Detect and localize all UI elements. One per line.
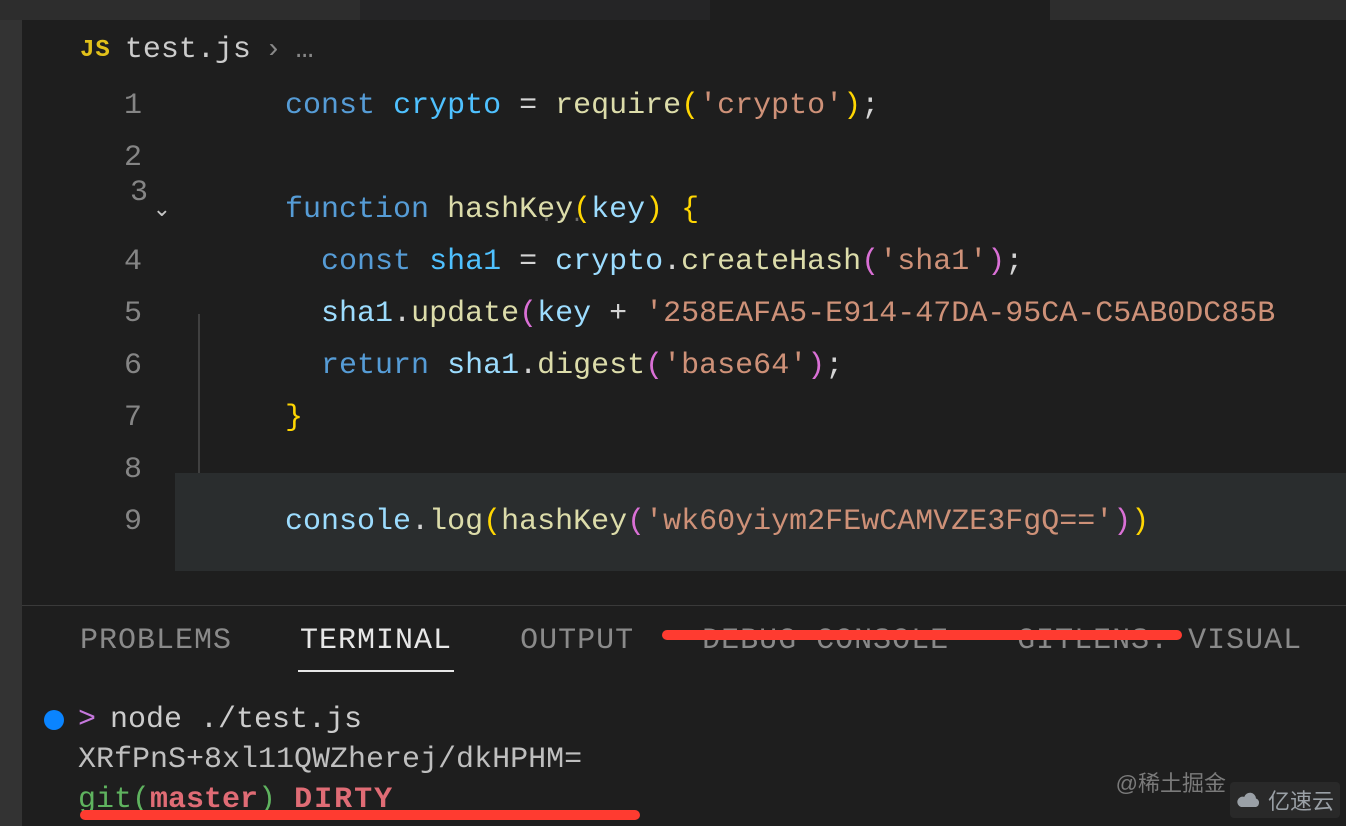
line-number: 4 bbox=[22, 245, 177, 279]
terminal[interactable]: > node ./test.js XRfPnS+8xl11QWZherej/dk… bbox=[22, 700, 1346, 826]
editor-tab[interactable] bbox=[1050, 0, 1346, 20]
ident-crypto: crypto bbox=[393, 89, 501, 123]
code-line[interactable]: 1 const crypto = require('crypto'); bbox=[22, 80, 1346, 132]
tab-output[interactable]: OUTPUT bbox=[520, 624, 634, 658]
semicolon: ; bbox=[1005, 245, 1023, 279]
operator-plus: + bbox=[591, 297, 645, 331]
string-guid: '258EAFA5-E914-47DA-95CA-C5AB0DC85B bbox=[645, 297, 1275, 331]
string-arg: 'wk60yiym2FEwCAMVZE3FgQ==' bbox=[645, 505, 1113, 539]
editor-tab-active[interactable] bbox=[710, 0, 1050, 20]
fn-hashKey: hashKey bbox=[447, 193, 573, 227]
semicolon: ; bbox=[825, 349, 843, 383]
editor-tab[interactable] bbox=[360, 0, 710, 20]
keyword-const: const bbox=[321, 245, 411, 279]
string-crypto: 'crypto' bbox=[699, 89, 843, 123]
tab-debug-console[interactable]: DEBUG CONSOLE bbox=[702, 624, 949, 658]
fn-createHash: createHash bbox=[681, 245, 861, 279]
js-file-icon: JS bbox=[80, 37, 111, 64]
line-number: 5 bbox=[22, 297, 177, 331]
code-line[interactable]: 7 } bbox=[22, 392, 1346, 444]
terminal-command: node ./test.js bbox=[110, 700, 362, 740]
tab-problems[interactable]: PROBLEMS bbox=[80, 624, 232, 658]
ident-console: console bbox=[285, 505, 411, 539]
annotation-underline bbox=[662, 630, 1182, 640]
tab-gitlens[interactable]: GITLENS: VISUAL bbox=[1017, 624, 1302, 658]
cloud-icon bbox=[1236, 791, 1262, 809]
fn-log: log bbox=[429, 505, 483, 539]
keyword-const: const bbox=[285, 89, 375, 123]
editor-tab[interactable] bbox=[0, 0, 360, 20]
operator-eq: = bbox=[501, 89, 555, 123]
fn-require: require bbox=[555, 89, 681, 123]
prompt-symbol: > bbox=[78, 700, 96, 740]
activity-bar bbox=[0, 20, 22, 826]
fn-hashKey-call: hashKey bbox=[501, 505, 627, 539]
line-number: 8 bbox=[22, 453, 177, 487]
watermark-juejin: @稀土掘金 bbox=[1116, 766, 1226, 798]
annotation-underline bbox=[80, 810, 640, 820]
line-number: 7 bbox=[22, 401, 177, 435]
tab-terminal[interactable]: TERMINAL bbox=[300, 624, 452, 658]
code-editor[interactable]: ... 1 const crypto = require('crypto'); … bbox=[22, 80, 1346, 590]
semicolon: ; bbox=[861, 89, 879, 123]
ident-sha1: sha1 bbox=[447, 349, 519, 383]
status-dot-icon bbox=[44, 710, 64, 730]
keyword-function: function bbox=[285, 193, 429, 227]
chevron-down-icon[interactable]: ⌄ bbox=[153, 197, 171, 223]
ident-key: key bbox=[537, 297, 591, 331]
brace-close: } bbox=[285, 401, 303, 435]
line-number: 6 bbox=[22, 349, 177, 383]
line-number: 1 bbox=[22, 89, 177, 123]
ident-sha1: sha1 bbox=[321, 297, 393, 331]
keyword-return: return bbox=[321, 349, 429, 383]
terminal-prompt-line: > node ./test.js bbox=[44, 700, 1346, 740]
ident-sha1: sha1 bbox=[429, 245, 501, 279]
param-key: key bbox=[591, 193, 645, 227]
watermark-yisu: 亿速云 bbox=[1230, 782, 1340, 818]
operator-eq: = bbox=[501, 245, 555, 279]
tab-strip bbox=[0, 0, 1346, 20]
string-base64: 'base64' bbox=[663, 349, 807, 383]
line-number: 9 bbox=[22, 505, 177, 539]
fn-digest: digest bbox=[537, 349, 645, 383]
fn-update: update bbox=[411, 297, 519, 331]
string-sha1: 'sha1' bbox=[879, 245, 987, 279]
watermark-text: 亿速云 bbox=[1268, 784, 1334, 816]
brace-open: { bbox=[681, 193, 699, 227]
panel-tabs: PROBLEMS TERMINAL OUTPUT DEBUG CONSOLE G… bbox=[22, 605, 1346, 675]
ident-crypto: crypto bbox=[555, 245, 663, 279]
code-line[interactable]: 9 console.log(hashKey('wk60yiym2FEwCAMVZ… bbox=[22, 496, 1346, 548]
